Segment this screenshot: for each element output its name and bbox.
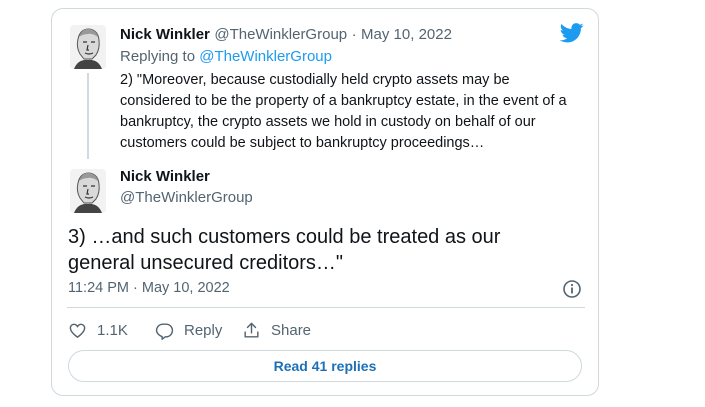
avatar[interactable] — [70, 25, 106, 69]
twitter-bird-icon[interactable] — [560, 23, 584, 43]
handle[interactable]: @TheWinklerGroup — [120, 189, 253, 206]
tweet-embed-card: Nick Winkler @TheWinklerGroup · May 10, … — [51, 8, 599, 396]
parent-tweet-header: Nick Winkler @TheWinklerGroup · May 10, … — [120, 26, 452, 44]
handle[interactable]: @TheWinklerGroup — [214, 26, 347, 43]
main-tweet-text: 3) …and such customers could be treated … — [68, 226, 501, 274]
share-button[interactable]: Share — [242, 319, 311, 341]
share-icon — [244, 322, 259, 338]
display-name[interactable]: Nick Winkler — [120, 26, 210, 43]
replying-to: Replying to @TheWinklerGroup — [120, 48, 332, 65]
reply-label: Reply — [184, 321, 223, 339]
replying-to-label: Replying to — [120, 48, 196, 65]
like-button[interactable]: 1.1K — [68, 319, 128, 341]
tweet-timestamp[interactable]: 11:24 PM · May 10, 2022 — [68, 280, 230, 296]
heart-icon — [69, 323, 86, 338]
share-label: Share — [271, 321, 312, 339]
reply-button[interactable]: Reply — [155, 319, 222, 341]
like-count: 1.1K — [97, 321, 128, 339]
info-icon[interactable] — [562, 279, 582, 299]
avatar[interactable] — [70, 169, 106, 213]
display-name[interactable]: Nick Winkler — [120, 168, 210, 185]
divider — [67, 307, 585, 308]
tweet-date[interactable]: May 10, 2022 — [361, 26, 452, 43]
parent-tweet-text: 2) "Moreover, because custodially held c… — [120, 72, 567, 151]
replying-to-handle[interactable]: @TheWinklerGroup — [199, 48, 332, 65]
read-replies-button[interactable]: Read 41 replies — [68, 350, 582, 382]
reply-icon — [155, 322, 174, 340]
separator-dot: · — [351, 26, 357, 43]
thread-connector-line — [87, 73, 89, 159]
